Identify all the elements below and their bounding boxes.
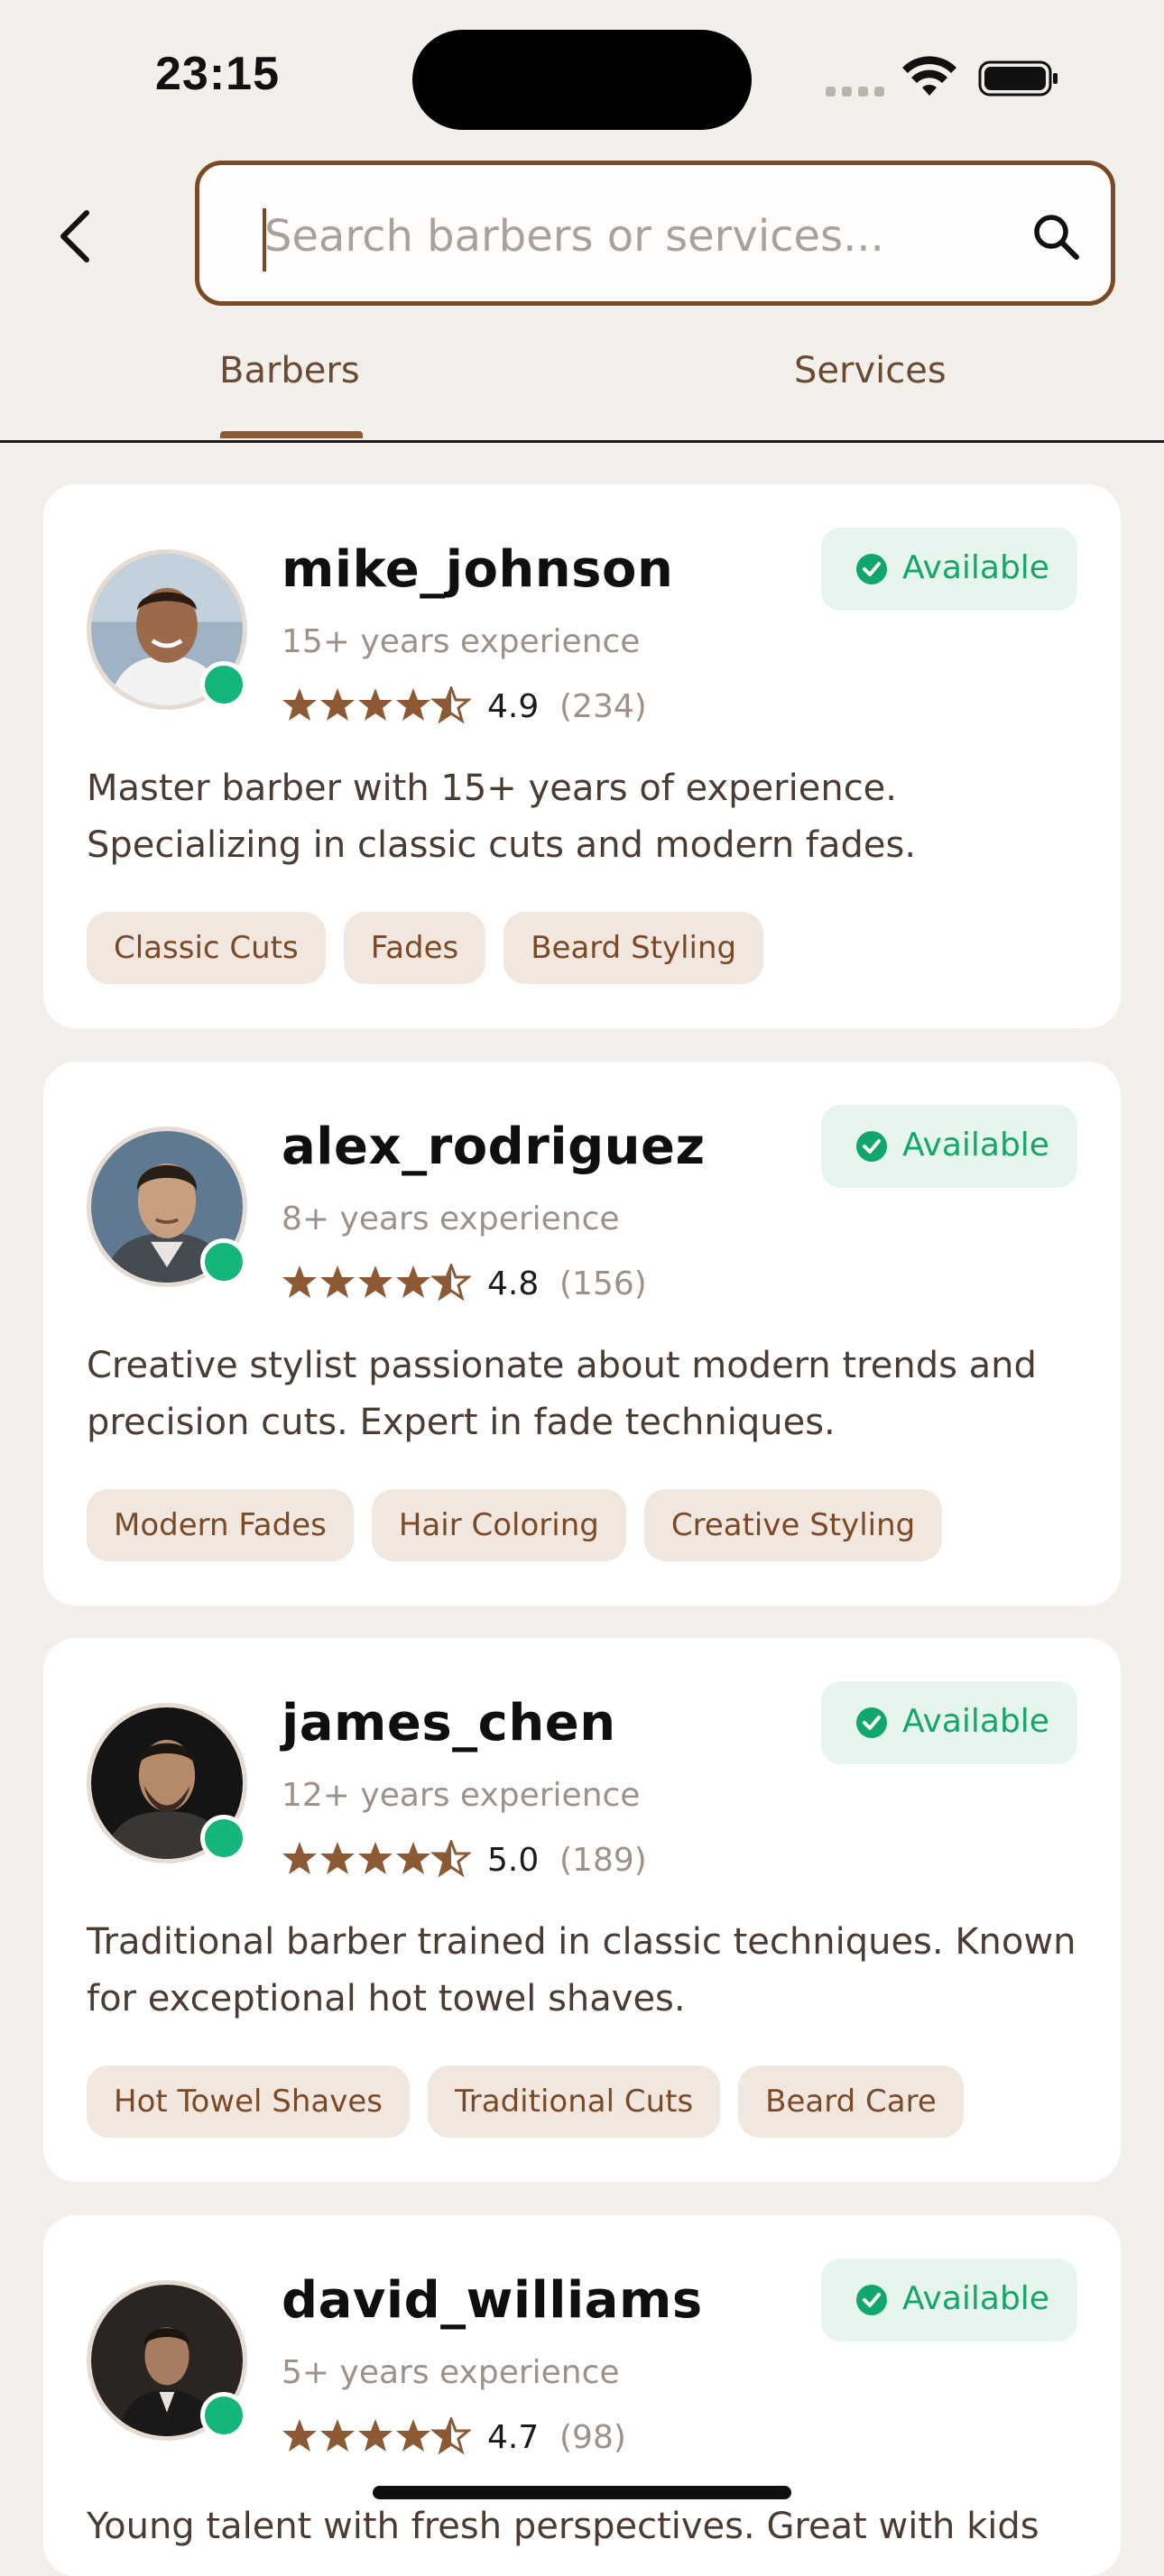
wifi-icon	[902, 56, 956, 96]
barber-name: alex_rodriguez	[282, 1118, 706, 1176]
specialty-tag[interactable]: Beard Styling	[503, 912, 764, 984]
status-bar: 23:15	[0, 0, 1164, 153]
review-count: (156)	[559, 1265, 647, 1302]
barber-bio: Master barber with 15+ years of experien…	[87, 768, 917, 866]
specialty-tag[interactable]: Hot Towel Shaves	[87, 2065, 410, 2138]
specialty-tag[interactable]: Fades	[343, 912, 486, 984]
check-circle-icon	[856, 554, 887, 584]
tab-bar: Barbers Services	[0, 325, 1164, 443]
barber-bio: Creative stylist passionate about modern…	[87, 1345, 1037, 1443]
barber-card[interactable]: mike_johnson 15+ years experience 4.9 (2…	[43, 484, 1121, 1028]
barber-card[interactable]: james_chen 12+ years experience 5.0 (189…	[43, 1638, 1121, 2182]
online-status-dot	[200, 2392, 247, 2439]
status-label: Available	[902, 2280, 1049, 2317]
online-status-dot	[200, 1238, 247, 1285]
specialty-tags: Modern Fades Hair Coloring Creative Styl…	[87, 1489, 943, 1561]
barber-experience: 5+ years experience	[282, 2354, 620, 2391]
barber-experience: 12+ years experience	[282, 1777, 641, 1814]
specialty-tags: Classic Cuts Fades Beard Styling	[87, 912, 764, 984]
status-badge: Available	[821, 1105, 1077, 1188]
status-label: Available	[902, 549, 1049, 586]
check-circle-icon	[856, 1131, 887, 1162]
specialty-tag[interactable]: Traditional Cuts	[428, 2065, 721, 2138]
back-chevron-icon[interactable]	[52, 204, 99, 269]
barber-experience: 15+ years experience	[282, 623, 641, 660]
star-rating-icons	[282, 686, 470, 722]
review-count: (234)	[559, 688, 647, 725]
dynamic-island	[412, 30, 752, 130]
status-badge: Available	[821, 2259, 1077, 2341]
specialty-tag[interactable]: Classic Cuts	[87, 912, 326, 984]
rating-value: 5.0	[487, 1842, 540, 1879]
search-input[interactable]	[264, 196, 986, 277]
status-badge: Available	[821, 528, 1077, 611]
status-badge: Available	[821, 1681, 1077, 1764]
search-field[interactable]	[195, 161, 1115, 306]
barber-card[interactable]: alex_rodriguez 8+ years experience 4.8 (…	[43, 1062, 1121, 1605]
specialty-tags: Hot Towel Shaves Traditional Cuts Beard …	[87, 2065, 964, 2138]
avatar	[87, 549, 247, 710]
specialty-tag[interactable]: Beard Care	[738, 2065, 964, 2138]
online-status-dot	[200, 661, 247, 708]
battery-icon	[978, 60, 1058, 97]
specialty-tag[interactable]: Hair Coloring	[371, 1489, 626, 1561]
avatar	[87, 1127, 247, 1287]
avatar	[87, 1703, 247, 1863]
online-status-dot	[200, 1815, 247, 1862]
rating-value: 4.9	[487, 688, 540, 725]
status-label: Available	[902, 1127, 1049, 1164]
barber-name: mike_johnson	[282, 540, 674, 599]
cellular-signal-icon	[826, 83, 891, 100]
active-tab-indicator	[220, 431, 363, 438]
barber-card[interactable]: david_williams 5+ years experience 4.7 (…	[43, 2215, 1121, 2576]
rating-value: 4.7	[487, 2419, 540, 2456]
star-rating-icons	[282, 1264, 470, 1300]
status-time: 23:15	[155, 48, 280, 100]
barber-experience: 8+ years experience	[282, 1201, 620, 1237]
home-indicator[interactable]	[373, 2486, 791, 2499]
status-label: Available	[902, 1703, 1049, 1740]
avatar	[87, 2280, 247, 2441]
tab-services[interactable]: Services	[794, 350, 947, 391]
specialty-tag[interactable]: Modern Fades	[87, 1489, 354, 1561]
tab-barbers[interactable]: Barbers	[219, 350, 360, 391]
check-circle-icon	[856, 1707, 887, 1738]
star-rating-icons	[282, 1840, 470, 1876]
barber-name: david_williams	[282, 2271, 703, 2330]
specialty-tag[interactable]: Creative Styling	[643, 1489, 943, 1561]
barber-bio: Traditional barber trained in classic te…	[87, 1921, 1076, 2019]
review-count: (98)	[559, 2419, 626, 2456]
barber-bio: Young talent with fresh perspectives. Gr…	[87, 2506, 1039, 2547]
check-circle-icon	[856, 2285, 887, 2315]
rating-value: 4.8	[487, 1265, 540, 1302]
barber-name: james_chen	[282, 1694, 616, 1753]
star-rating-icons	[282, 2417, 470, 2453]
review-count: (189)	[559, 1842, 647, 1879]
search-icon[interactable]	[1030, 210, 1084, 264]
